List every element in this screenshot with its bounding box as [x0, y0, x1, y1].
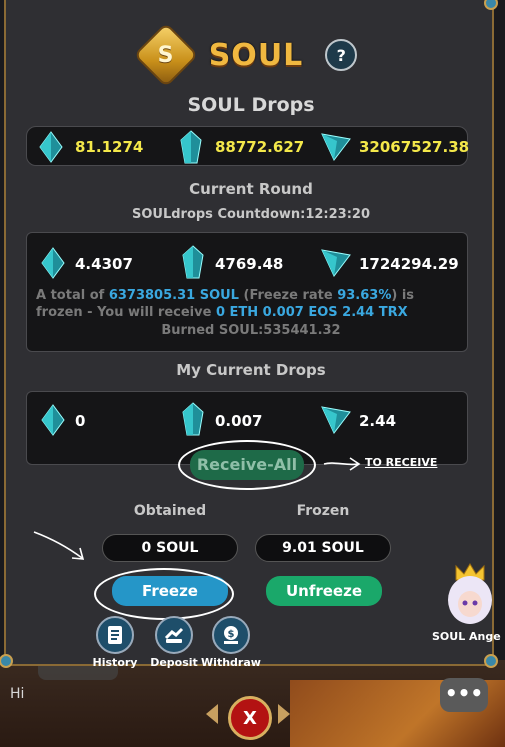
trx-icon: [321, 133, 351, 161]
deposit-label: Deposit: [150, 656, 198, 669]
burned-soul: Burned SOUL:535441.32: [161, 323, 341, 338]
soul-angel-label: SOUL Ange: [432, 630, 501, 643]
chevron-left-icon: [206, 704, 218, 724]
obtained-value: 0 SOUL: [102, 534, 238, 562]
soul-angel-avatar[interactable]: [440, 562, 500, 632]
soul-panel: S SOUL ? SOUL Drops 81.1274 88772.627 32…: [0, 0, 498, 669]
receive-amounts: 0 ETH 0.007 EOS 2.44 TRX: [215, 305, 408, 320]
my-drops-heading: My Current Drops: [176, 361, 326, 379]
freeze-rate: 93.63%: [337, 288, 392, 303]
round-trx-value: 1724294.29: [359, 255, 459, 273]
drops-trx-value: 32067527.38: [359, 138, 470, 156]
frozen-value: 9.01 SOUL: [255, 534, 391, 562]
annotation-arrow-icon: [33, 531, 85, 560]
unfreeze-button[interactable]: Unfreeze: [266, 576, 382, 606]
eos-icon: [180, 130, 202, 164]
countdown-text: SOULdrops Countdown:12:23:20: [131, 207, 371, 222]
obtained-label: Obtained: [133, 503, 207, 519]
my-trx-value: 2.44: [359, 412, 397, 430]
page-title: SOUL: [208, 37, 304, 73]
panel-header: S SOUL ?: [6, 25, 496, 85]
current-round-heading: Current Round: [189, 180, 313, 198]
annotation-arrow-icon: [323, 457, 361, 471]
eth-icon: [39, 131, 63, 163]
close-button[interactable]: X: [228, 696, 272, 740]
round-eth-value: 4.4307: [75, 255, 133, 273]
panel-corner-ornament: [484, 0, 498, 10]
eth-icon: [41, 404, 65, 436]
round-eos-value: 4769.48: [215, 255, 284, 273]
history-button[interactable]: History: [90, 616, 140, 669]
my-eos-value: 0.007: [215, 412, 263, 430]
chevron-right-icon: [278, 704, 290, 724]
frozen-info-line-2: frozen - You will receive 0 ETH 0.007 EO…: [36, 305, 408, 320]
trx-icon: [321, 249, 351, 277]
eos-icon: [182, 245, 204, 279]
annotation-circle: [178, 440, 316, 490]
soul-coin-icon: S: [136, 25, 196, 85]
help-button[interactable]: ?: [325, 39, 358, 71]
drops-eos-value: 88772.627: [215, 138, 305, 156]
frozen-info-line-1: A total of 6373805.31 SOUL (Freeze rate …: [36, 288, 415, 303]
eos-icon: [182, 402, 204, 436]
my-eth-value: 0: [75, 412, 86, 430]
frozen-label: Frozen: [296, 503, 350, 519]
soul-drops-heading: SOUL Drops: [187, 94, 315, 116]
annotation-circle: [94, 568, 234, 620]
angel-icon: [448, 563, 492, 624]
chat-message: Hi: [10, 686, 25, 702]
drops-eth-value: 81.1274: [75, 138, 144, 156]
withdraw-button[interactable]: $ Withdraw: [200, 616, 262, 669]
svg-text:$: $: [228, 629, 235, 640]
panel-corner-ornament: [484, 654, 498, 668]
chat-bubble-icon[interactable]: •••: [440, 678, 488, 712]
eth-icon: [41, 247, 65, 279]
withdraw-icon: $: [212, 616, 250, 654]
soul-drops-totals: 81.1274 88772.627 32067527.38: [26, 126, 470, 166]
history-icon: [96, 616, 134, 654]
close-frame: X: [206, 686, 290, 742]
deposit-icon: [155, 616, 193, 654]
trx-icon: [321, 406, 351, 434]
withdraw-label: Withdraw: [201, 656, 261, 669]
history-label: History: [92, 656, 138, 669]
deposit-button[interactable]: Deposit: [144, 616, 204, 669]
panel-corner-ornament: [0, 654, 13, 668]
frozen-total: 6373805.31 SOUL: [108, 288, 239, 303]
annotation-to-receive: TO RECEIVE: [365, 456, 438, 469]
